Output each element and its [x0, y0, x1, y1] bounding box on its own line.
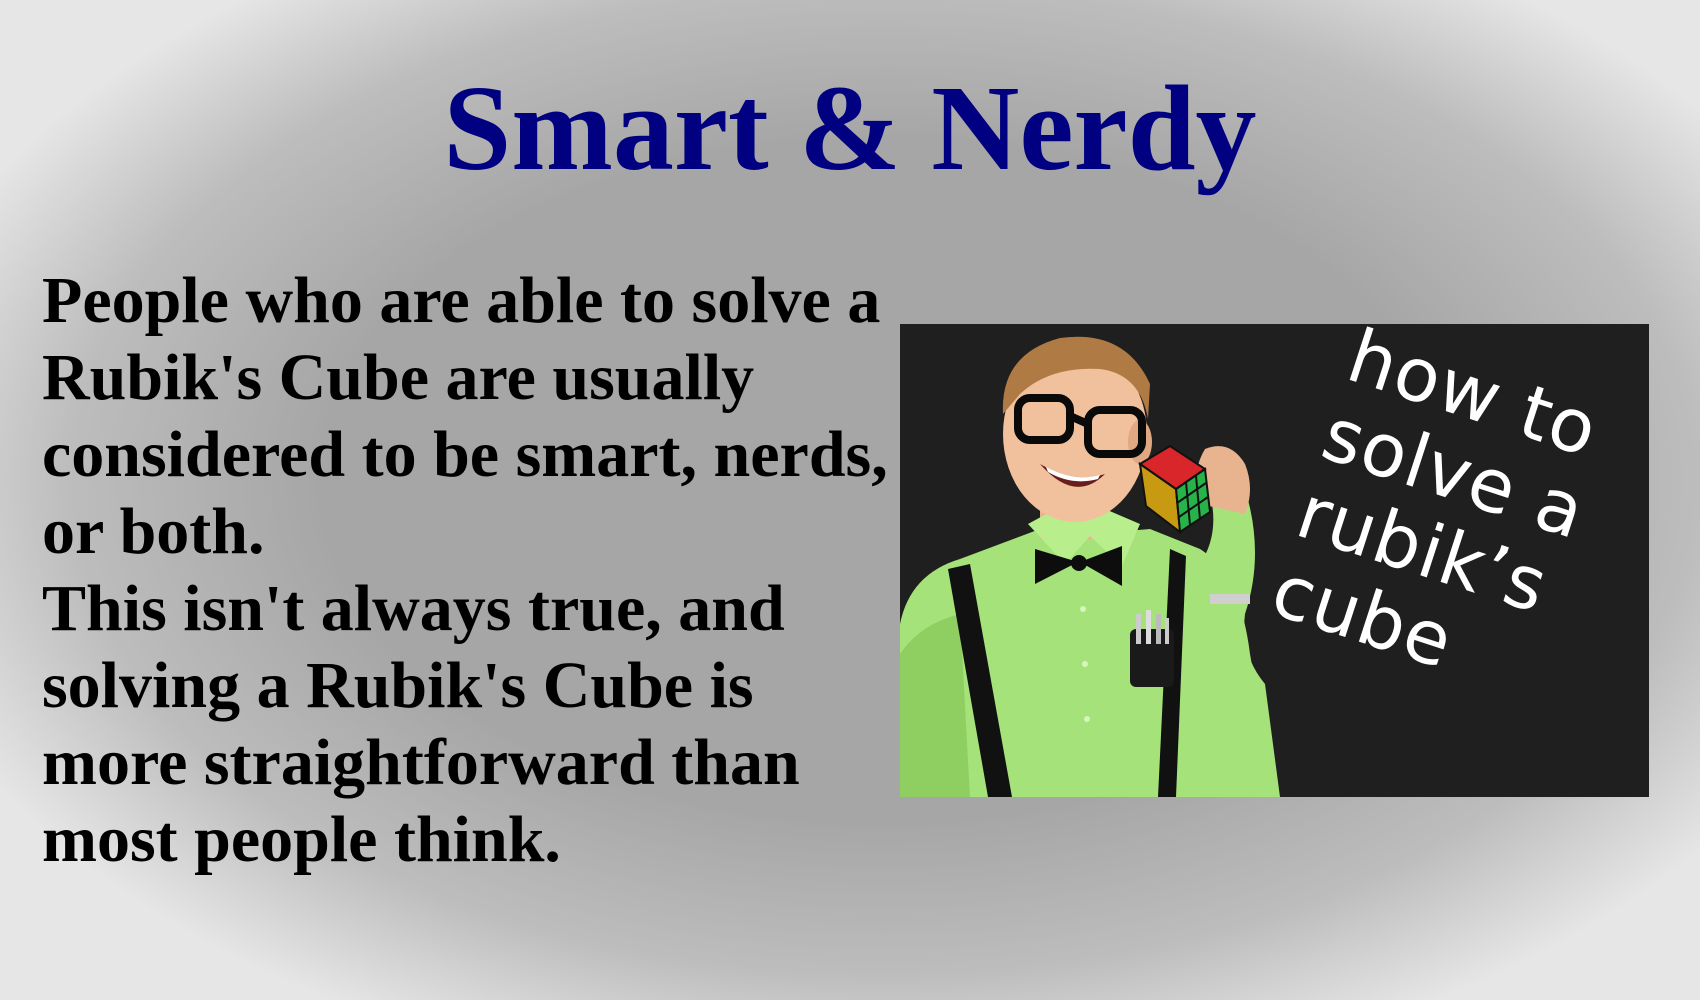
body-paragraph-2: This isn't always true, and solving a Ru…	[42, 572, 800, 876]
body-text: People who are able to solve a Rubik's C…	[42, 262, 902, 878]
body-paragraph-1: People who are able to solve a Rubik's C…	[42, 264, 888, 568]
rubiks-cube-photo: how to solve a rubik’s cube	[900, 324, 1649, 797]
rubiks-cube	[1138, 444, 1212, 535]
slide-title: Smart & Nerdy	[443, 61, 1257, 196]
